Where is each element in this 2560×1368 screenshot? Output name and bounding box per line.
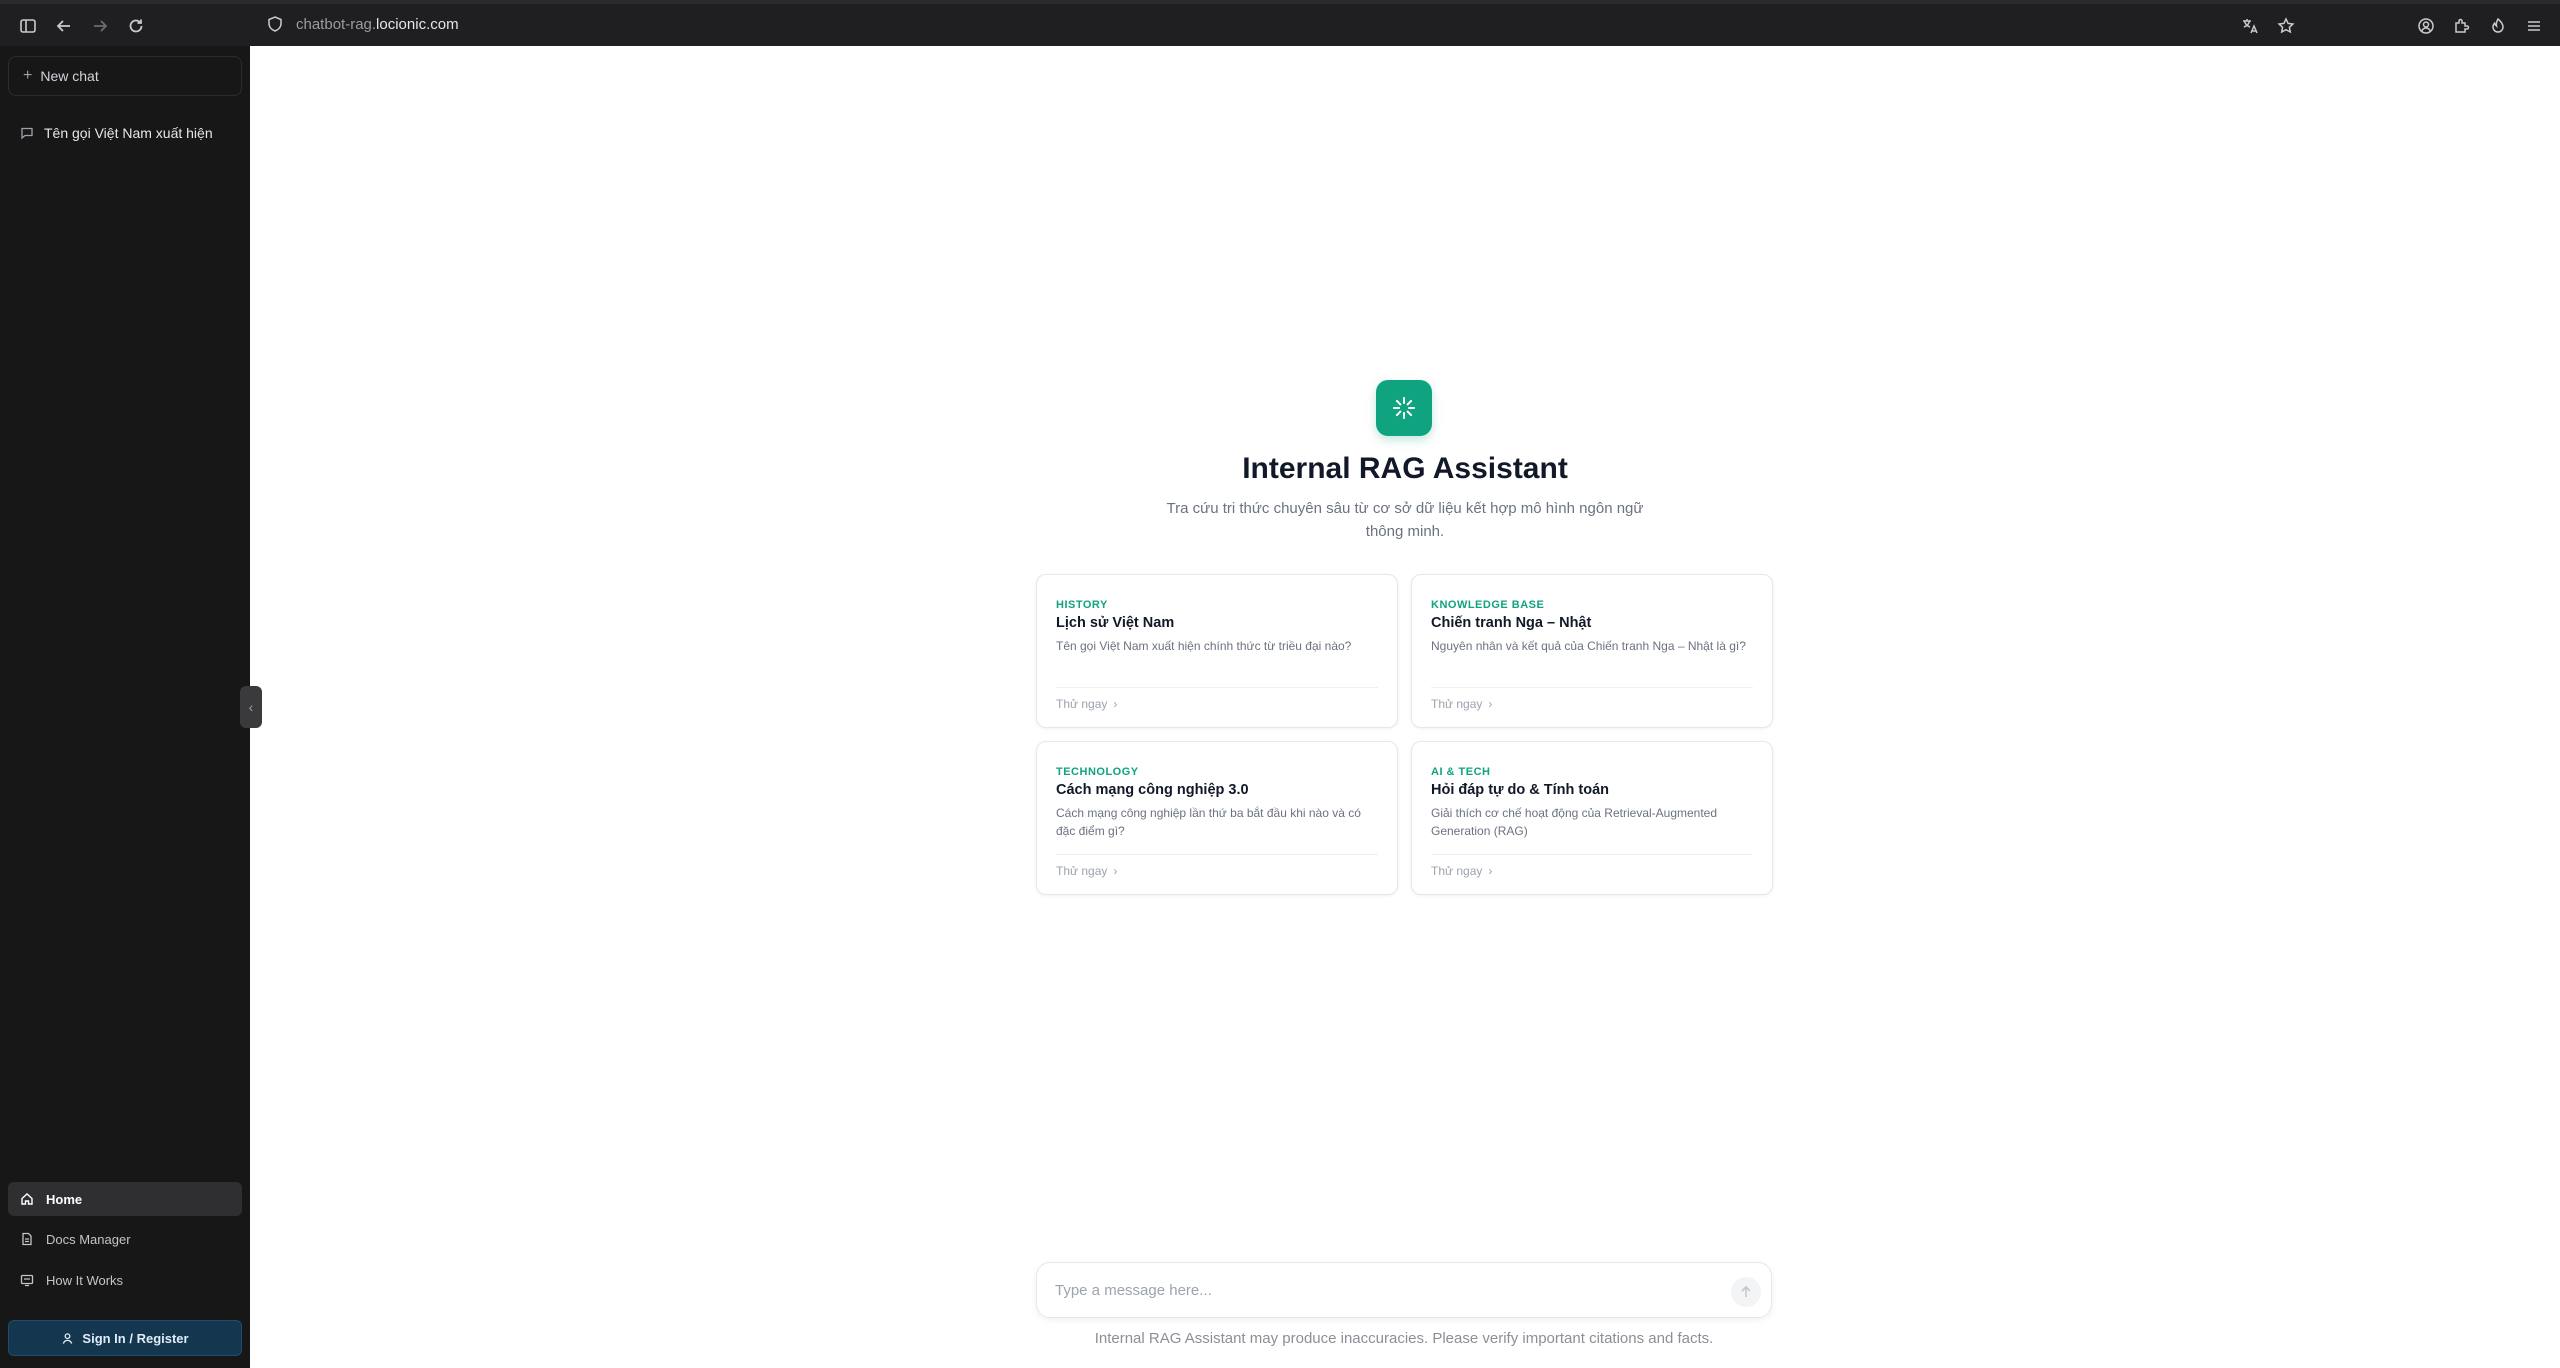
page-subtitle: Tra cứu tri thức chuyên sâu từ cơ sở dữ … (1166, 500, 1644, 540)
card-try-link[interactable]: Thử ngay › (1056, 697, 1117, 711)
card-category: AI & TECH (1431, 766, 1491, 778)
card-title: Cách mạng công nghiệp 3.0 (1056, 782, 1249, 798)
suggestion-card-knowledge-base[interactable]: KNOWLEDGE BASE Chiến tranh Nga – Nhật Ng… (1411, 574, 1773, 728)
home-icon (21, 1193, 33, 1205)
sidebar-collapse-handle[interactable]: ‹ (240, 686, 262, 728)
url-prefix: chatbot-rag. (296, 15, 377, 33)
card-divider (1431, 854, 1753, 855)
card-description: Tên gọi Việt Nam xuất hiện chính thức từ… (1056, 639, 1352, 653)
sidebar-toggle-icon[interactable] (10, 8, 46, 44)
plus-icon: + (23, 67, 33, 84)
card-try-label: Thử ngay (1056, 864, 1108, 878)
shield-icon (268, 16, 282, 32)
browser-toolbar: chatbot-rag. locionic.com (0, 0, 2560, 46)
user-icon (63, 1332, 73, 1344)
card-title: Chiến tranh Nga – Nhật (1431, 615, 1592, 631)
info-card-icon (20, 1274, 34, 1287)
new-chat-label: New chat (40, 68, 99, 84)
page-title: Internal RAG Assistant (1242, 452, 1568, 485)
card-try-label: Thử ngay (1056, 697, 1108, 711)
sidebar-item-how-it-works[interactable]: How It Works (8, 1263, 242, 1297)
chat-history-label: Tên gọi Việt Nam xuất hiện (44, 125, 213, 141)
card-description: Cách mạng công nghiệp lần thứ ba bắt đầu… (1056, 806, 1361, 838)
sidebar-item-docs-manager[interactable]: Docs Manager (8, 1222, 242, 1256)
app-logo (1376, 380, 1432, 436)
account-icon[interactable] (2408, 8, 2444, 44)
suggestion-card-history[interactable]: HISTORY Lịch sử Việt Nam Tên gọi Việt Na… (1036, 574, 1398, 728)
message-composer (1036, 1262, 1772, 1318)
sparkle-loader-icon (1393, 397, 1415, 419)
forward-arrow-icon[interactable] (82, 8, 118, 44)
url-domain: locionic.com (376, 15, 459, 33)
reload-icon[interactable] (118, 8, 154, 44)
card-try-label: Thử ngay (1431, 697, 1483, 711)
card-description: Nguyên nhân và kết quả của Chiến tranh N… (1431, 639, 1746, 653)
chevron-left-icon: ‹ (248, 699, 254, 715)
sidebar-item-home[interactable]: Home (8, 1182, 242, 1216)
sidebar: + New chat Tên gọi Việt Nam xuất hiện Ho… (0, 46, 250, 1368)
sidebar-item-label: Home (46, 1191, 83, 1207)
address-bar[interactable]: chatbot-rag. locionic.com (266, 8, 2356, 40)
chevron-right-icon: › (1488, 697, 1493, 711)
sign-in-label: Sign In / Register (82, 1330, 189, 1346)
sidebar-item-label: Docs Manager (46, 1231, 131, 1247)
card-divider (1431, 687, 1753, 688)
card-description: Giải thích cơ chế hoạt động của Retrieva… (1431, 806, 1718, 838)
document-icon (22, 1232, 32, 1246)
chevron-right-icon: › (1113, 697, 1118, 711)
sign-in-button[interactable]: Sign In / Register (8, 1320, 242, 1356)
card-try-link[interactable]: Thử ngay › (1431, 864, 1492, 878)
chevron-right-icon: › (1113, 864, 1118, 878)
send-button[interactable] (1731, 1277, 1761, 1307)
sidebar-item-label: How It Works (46, 1272, 124, 1288)
card-try-label: Thử ngay (1431, 864, 1483, 878)
card-title: Lịch sử Việt Nam (1056, 615, 1175, 631)
chat-bubble-icon (21, 127, 33, 140)
arrow-up-icon (1741, 1285, 1751, 1297)
suggestion-card-technology[interactable]: TECHNOLOGY Cách mạng công nghiệp 3.0 Các… (1036, 741, 1398, 895)
new-chat-button[interactable]: + New chat (8, 56, 242, 96)
card-try-link[interactable]: Thử ngay › (1431, 697, 1492, 711)
suggestion-card-ai-tech[interactable]: AI & TECH Hỏi đáp tự do & Tính toán Giải… (1411, 741, 1773, 895)
translate-icon[interactable] (2232, 8, 2268, 44)
card-title: Hỏi đáp tự do & Tính toán (1431, 782, 1610, 798)
card-category: HISTORY (1056, 599, 1108, 611)
card-divider (1056, 687, 1378, 688)
firefox-view-icon[interactable] (2480, 8, 2516, 44)
card-category: KNOWLEDGE BASE (1431, 599, 1545, 611)
disclaimer-text: Internal RAG Assistant may produce inacc… (1094, 1330, 1714, 1347)
card-divider (1056, 854, 1378, 855)
chevron-right-icon: › (1488, 864, 1493, 878)
card-try-link[interactable]: Thử ngay › (1056, 864, 1117, 878)
menu-icon[interactable] (2516, 8, 2552, 44)
extensions-icon[interactable] (2444, 8, 2480, 44)
bookmark-star-icon[interactable] (2268, 8, 2304, 44)
card-category: TECHNOLOGY (1056, 766, 1139, 778)
chat-history-item[interactable]: Tên gọi Việt Nam xuất hiện (8, 116, 242, 150)
message-input[interactable] (1055, 1281, 1695, 1299)
back-arrow-icon[interactable] (46, 8, 82, 44)
